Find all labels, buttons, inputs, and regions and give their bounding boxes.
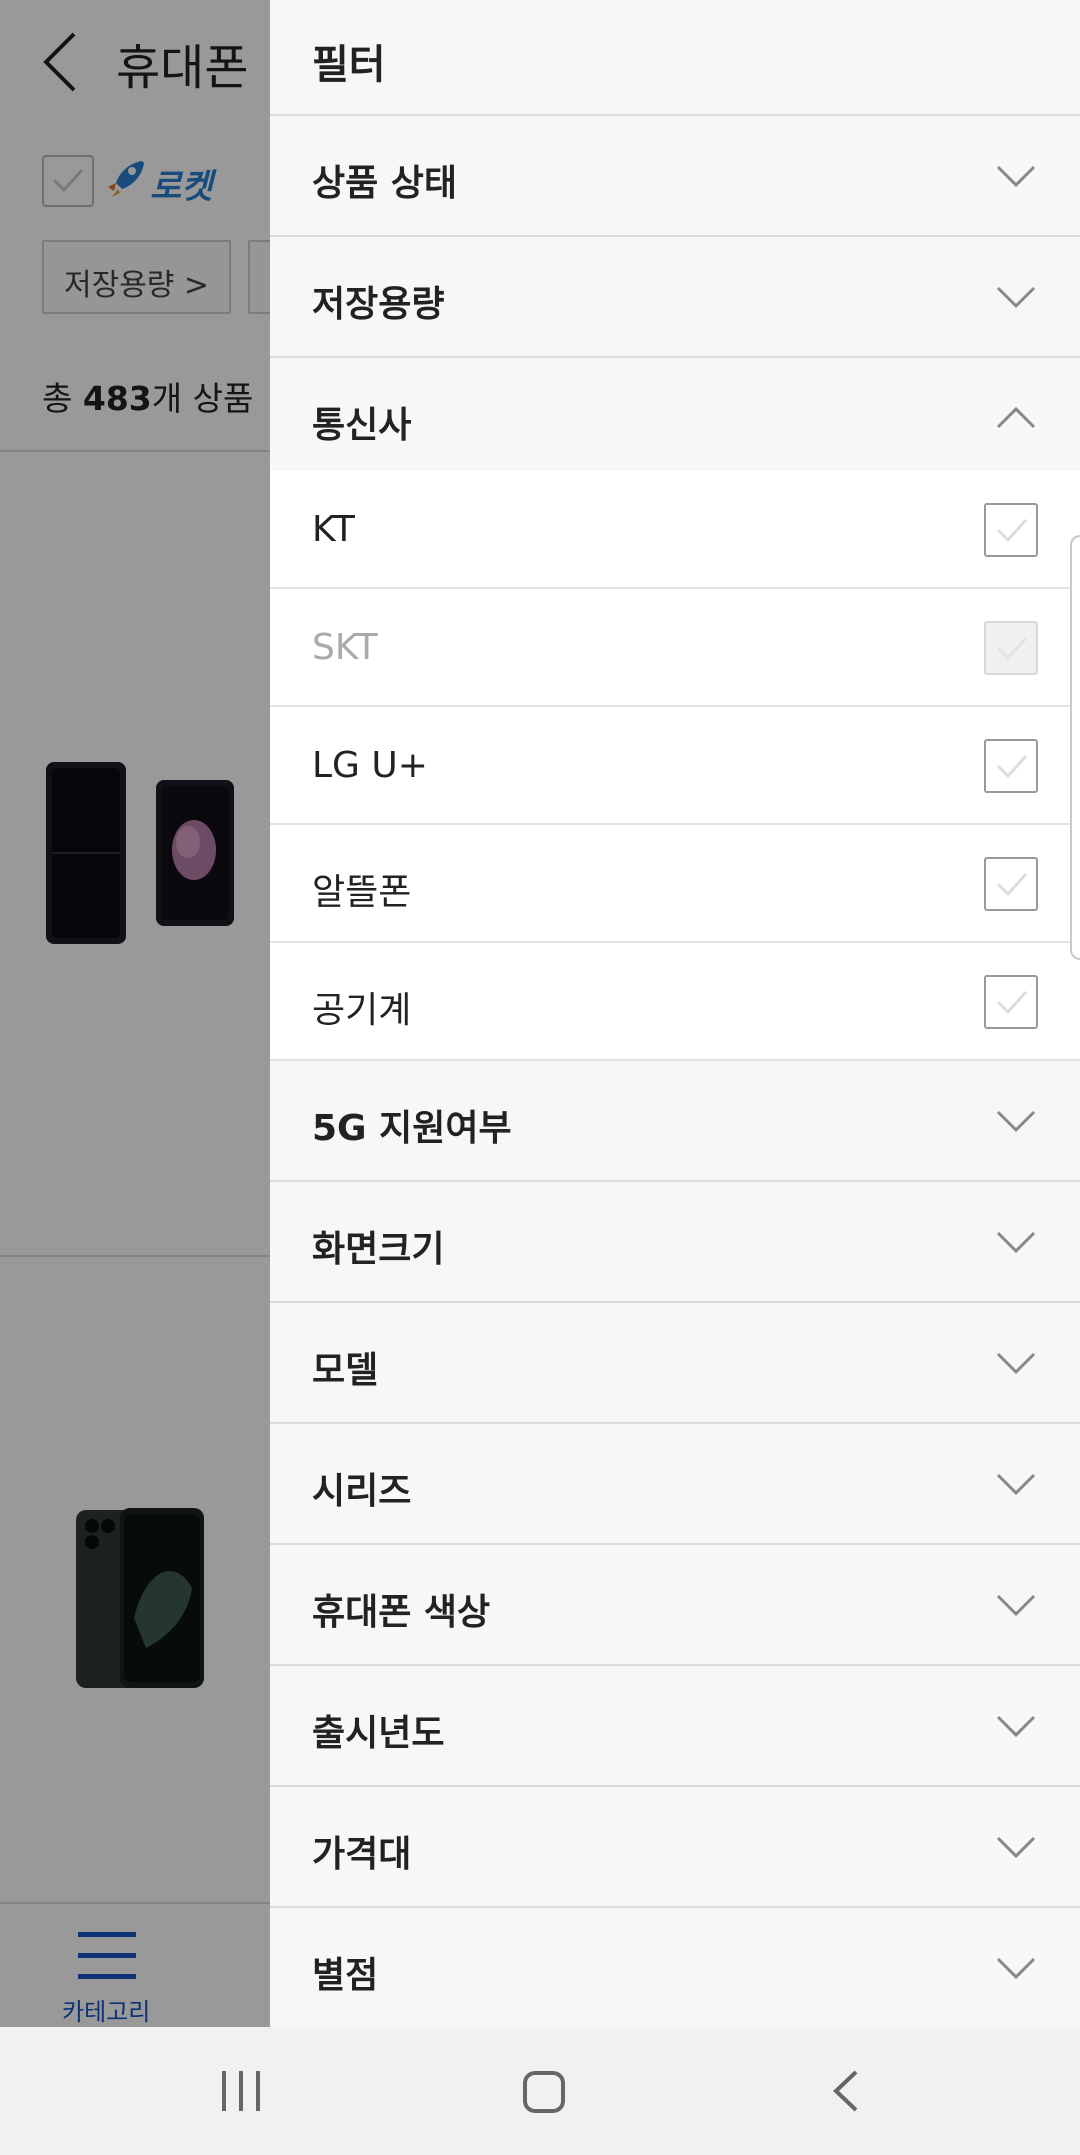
system-navigation-bar [0,2027,1080,2155]
chevron-down-icon [996,1836,1036,1859]
option-checkbox[interactable] [984,739,1038,793]
checkmark-icon [996,872,1028,897]
section-label: 화면크기 [312,1229,445,1270]
checkmark-icon [996,754,1028,779]
section-label: 가격대 [312,1834,412,1875]
checkmark-icon [996,518,1028,543]
carrier-option-mvno[interactable]: 알뜰폰 [270,825,1080,943]
chevron-down-icon [996,1231,1036,1254]
section-label: 5G 지원여부 [312,1108,512,1149]
section-label: 상품 상태 [312,163,458,204]
carrier-option-skt[interactable]: SKT [270,589,1080,707]
section-label: 통신사 [312,405,412,446]
filter-section-release-year[interactable]: 출시년도 [270,1666,1080,1787]
carrier-option-lgu[interactable]: LG U+ [270,707,1080,825]
chevron-down-icon [996,1352,1036,1375]
filter-section-storage[interactable]: 저장용량 [270,237,1080,358]
option-label: SKT [312,627,378,668]
chevron-down-icon [996,1594,1036,1617]
filter-section-condition[interactable]: 상품 상태 [270,116,1080,237]
chevron-down-icon [996,165,1036,188]
chevron-down-icon [996,1957,1036,1980]
chevron-down-icon [996,1715,1036,1738]
carrier-option-kt[interactable]: KT [270,471,1080,589]
option-checkbox[interactable] [984,503,1038,557]
filter-section-screen-size[interactable]: 화면크기 [270,1182,1080,1303]
filter-section-series[interactable]: 시리즈 [270,1424,1080,1545]
filter-section-carrier[interactable]: 통신사 [270,358,1080,479]
edge-panel-handle[interactable] [1070,535,1080,960]
filter-section-model[interactable]: 모델 [270,1303,1080,1424]
option-label: 공기계 [312,990,412,1031]
recent-apps-icon[interactable] [222,2071,262,2111]
system-back-icon[interactable] [832,2069,860,2113]
filter-drawer: 필터 상품 상태 저장용량 통신사 KT SKT LG U+ 알뜰폰 공기계 5… [270,0,1080,2027]
section-label: 휴대폰 색상 [312,1592,491,1633]
section-label: 저장용량 [312,284,445,325]
option-label: KT [312,509,355,550]
option-checkbox[interactable] [984,975,1038,1029]
chevron-down-icon [996,1110,1036,1133]
chevron-down-icon [996,1473,1036,1496]
filter-section-rating[interactable]: 별점 [270,1908,1080,2027]
section-label: 별점 [312,1955,379,1996]
section-label: 시리즈 [312,1471,412,1512]
carrier-option-unlocked[interactable]: 공기계 [270,943,1080,1061]
option-label: 알뜰폰 [312,872,412,913]
option-checkbox[interactable] [984,857,1038,911]
option-checkbox[interactable] [984,621,1038,675]
option-label: LG U+ [312,745,428,786]
section-label: 모델 [312,1350,379,1391]
checkmark-icon [996,636,1028,661]
filter-section-color[interactable]: 휴대폰 색상 [270,1545,1080,1666]
drawer-header: 필터 [270,0,1080,116]
home-icon[interactable] [523,2071,565,2113]
checkmark-icon [996,990,1028,1015]
chevron-down-icon [996,286,1036,309]
drawer-title: 필터 [312,42,386,88]
chevron-up-icon [996,406,1036,429]
filter-section-5g[interactable]: 5G 지원여부 [270,1061,1080,1182]
filter-section-price[interactable]: 가격대 [270,1787,1080,1908]
section-label: 출시년도 [312,1713,445,1754]
